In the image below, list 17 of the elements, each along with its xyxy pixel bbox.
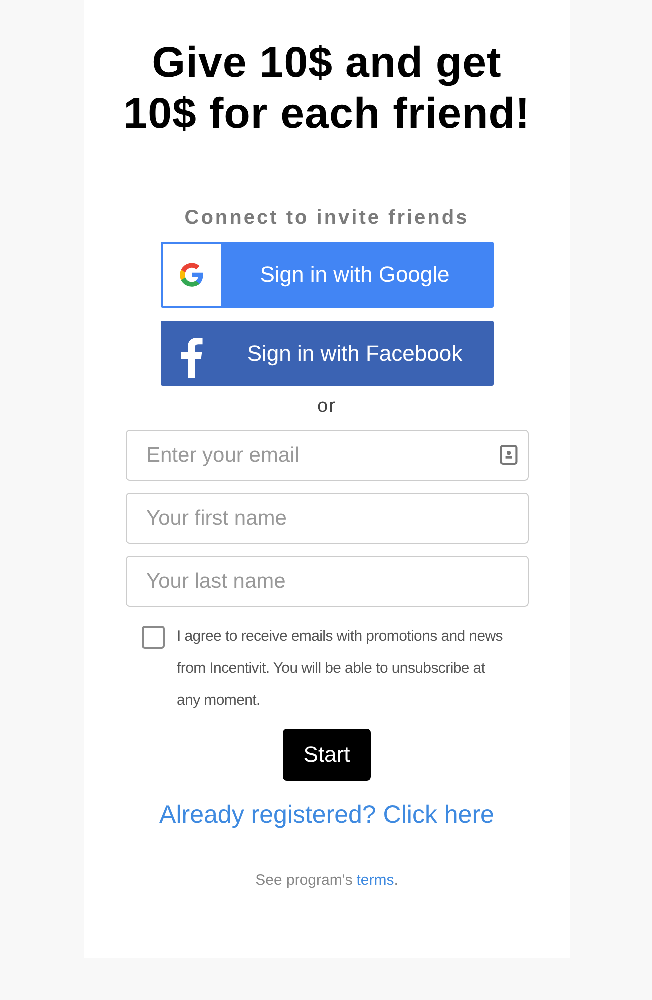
facebook-logo-icon xyxy=(180,338,202,378)
footer-text: See program's xyxy=(256,872,353,889)
text-field[interactable]: Your first name xyxy=(126,493,528,544)
headline: Give 10$ and get 10$ for each friend! xyxy=(122,38,532,140)
separator-text: or xyxy=(318,396,336,418)
facebook-sign-in-button[interactable]: Sign in with Facebook xyxy=(160,321,494,386)
contact-card-icon[interactable] xyxy=(500,444,518,466)
terms-link[interactable]: terms xyxy=(356,872,394,889)
text-field[interactable]: Enter your email xyxy=(126,430,528,481)
consent-checkbox[interactable] xyxy=(142,626,165,649)
google-sign-in-button[interactable]: Sign in with Google xyxy=(160,242,494,308)
login-link[interactable]: Already registered? Click here xyxy=(160,801,494,830)
text-field[interactable]: Your last name xyxy=(126,556,528,607)
subtitle: Connect to invite friends xyxy=(184,207,470,230)
consent-text: I agree to receive emails with promotions and news from Incentivit. You will be able to unsubscribe at any moment. xyxy=(177,627,504,711)
footer-period: . xyxy=(394,872,398,889)
start-button[interactable]: Start xyxy=(283,729,371,781)
